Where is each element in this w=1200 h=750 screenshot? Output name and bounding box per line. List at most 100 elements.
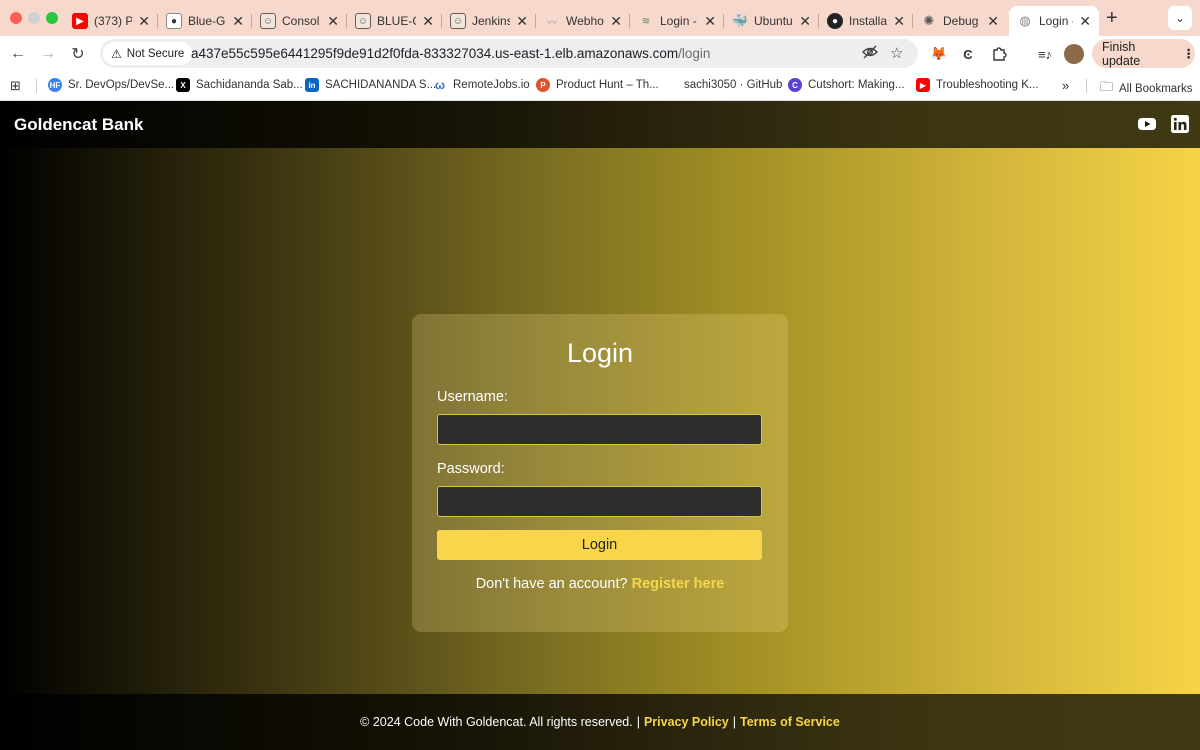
bookmark-item[interactable]: ω RemoteJobs.io (433, 78, 530, 92)
close-window-button[interactable] (10, 12, 22, 24)
login-card: Login Username: Password: Login Don't ha… (412, 314, 788, 632)
bookmark-label: Sr. DevOps/DevSe... (68, 79, 175, 91)
tab-label: Ubuntu (754, 14, 793, 28)
password-input[interactable] (437, 486, 762, 517)
remotejobs-icon: ω (434, 78, 446, 92)
tab-label: Webho (566, 14, 604, 28)
eye-slash-icon[interactable] (862, 44, 878, 63)
url-path: /login (678, 46, 711, 61)
github-icon (664, 78, 678, 92)
bookmark-star-icon[interactable]: ☆ (890, 44, 903, 62)
close-icon[interactable]: ✕ (893, 13, 905, 30)
extensions-puzzle-icon[interactable] (989, 44, 1009, 64)
more-vertical-icon[interactable]: ⋮ (1183, 46, 1196, 61)
jenkins-icon: ☺ (450, 13, 466, 29)
tab-label: Debug (943, 14, 979, 28)
register-link[interactable]: Register here (632, 576, 725, 592)
login-button[interactable]: Login (437, 530, 762, 560)
forward-arrow-icon[interactable]: → (36, 42, 60, 66)
finish-update-label: Finish update (1102, 39, 1141, 68)
media-queue-icon[interactable]: ≡♪ (1035, 44, 1055, 64)
site-header: Goldencat Bank (0, 101, 1200, 148)
security-label: Not Secure (126, 47, 185, 60)
terms-of-service-link[interactable]: Terms of Service (740, 715, 840, 729)
tab-label: Blue-G (188, 14, 226, 28)
chatgpt-icon: ✺ (923, 13, 935, 28)
tab-label: Installa (849, 14, 888, 28)
close-icon[interactable]: ✕ (987, 13, 999, 30)
more-bookmarks-chevron-icon[interactable]: » (1062, 78, 1069, 93)
bookmark-item[interactable]: sachi3050 · GitHub (664, 78, 782, 92)
browser-tab[interactable]: ☺ Jenkins ✕ (442, 6, 536, 36)
producthunt-icon: P (536, 78, 550, 92)
login-title: Login (566, 338, 634, 368)
tab-search-button[interactable]: ⌄ (1168, 6, 1192, 30)
browser-tab[interactable]: 〰 Webho ✕ (536, 6, 630, 36)
maximize-window-button[interactable] (46, 12, 58, 24)
cutshort-icon: C (788, 78, 802, 92)
metamask-icon[interactable]: 🦊 (929, 44, 949, 64)
login-icon: ≋ (641, 15, 651, 27)
youtube-icon: ▶ (916, 78, 930, 92)
browser-tab[interactable]: ≋ Login - ✕ (630, 6, 724, 36)
close-icon[interactable]: ✕ (138, 13, 150, 30)
apps-grid-icon[interactable]: ⊞ (10, 78, 21, 94)
youtube-icon[interactable] (1138, 115, 1156, 133)
browser-tab[interactable]: ▶ (373) P ✕ (64, 6, 158, 36)
bookmarks-bar: ⊞ HF Sr. DevOps/DevSe... X Sachidananda … (0, 72, 1200, 101)
minimize-window-button[interactable] (28, 12, 40, 24)
site-brand[interactable]: Goldencat Bank (14, 115, 143, 135)
browser-tab-active[interactable]: ◍ Login - ✕ (1009, 6, 1099, 36)
close-icon[interactable]: ✕ (1079, 13, 1091, 30)
back-arrow-icon[interactable]: ← (6, 42, 30, 66)
close-icon[interactable]: ✕ (799, 13, 811, 30)
tab-label: Login - (1039, 14, 1074, 28)
hf-icon: HF (48, 78, 62, 92)
bookmark-item[interactable]: HF Sr. DevOps/DevSe... (48, 78, 174, 92)
close-icon[interactable]: ✕ (704, 13, 716, 30)
jenkins-icon: ☺ (355, 13, 371, 29)
bookmark-item[interactable]: X Sachidananda Sab... (176, 78, 303, 92)
site-footer: © 2024 Code With Goldencat. All rights r… (0, 694, 1200, 750)
hero-section: Login Username: Password: Login Don't ha… (0, 148, 1200, 694)
browser-tab[interactable]: ☺ Consol ✕ (252, 6, 347, 36)
extension-c-icon[interactable]: Ͼ (958, 44, 978, 64)
security-indicator[interactable]: ⚠ Not Secure (103, 42, 193, 65)
bookmark-item[interactable]: in SACHIDANANDA S... (305, 78, 436, 92)
avatar[interactable] (1064, 44, 1084, 64)
finish-update-button[interactable]: Finish update ⋮ (1092, 39, 1195, 68)
address-bar[interactable]: ⚠ Not Secure a437e55c595e6441295f9de91d2… (100, 39, 918, 68)
globe-icon: ◍ (1019, 13, 1031, 28)
close-icon[interactable]: ✕ (327, 13, 339, 30)
bookmark-label: SACHIDANANDA S... (325, 79, 437, 91)
privacy-policy-link[interactable]: Privacy Policy (644, 715, 729, 729)
close-icon[interactable]: ✕ (422, 13, 434, 30)
tab-label: (373) P (94, 14, 133, 28)
username-input[interactable] (437, 414, 762, 445)
tab-label: Consol (282, 14, 320, 28)
reload-icon[interactable]: ↻ (66, 42, 90, 66)
browser-tab[interactable]: ● Installa ✕ (819, 6, 913, 36)
linkedin-icon: in (305, 78, 319, 92)
browser-tab[interactable]: ✺ Debug ✕ (913, 6, 1007, 36)
linkedin-icon[interactable] (1171, 115, 1189, 133)
all-bookmarks-button[interactable]: 🗀 All Bookmarks (1100, 78, 1193, 100)
browser-tab-strip: ▶ (373) P ✕ ● Blue-G ✕ ☺ Consol ✕ ☺ BLUE… (0, 0, 1200, 36)
close-icon[interactable]: ✕ (610, 13, 622, 30)
new-tab-button[interactable]: + (1106, 7, 1118, 30)
bookmark-item[interactable]: P Product Hunt – Th... (536, 78, 659, 92)
browser-tab[interactable]: ☺ BLUE-G ✕ (347, 6, 442, 36)
warning-icon: ⚠ (111, 46, 122, 61)
close-icon[interactable]: ✕ (232, 13, 244, 30)
bookmark-label: RemoteJobs.io (453, 79, 530, 91)
bookmark-item[interactable]: C Cutshort: Making... (788, 78, 905, 92)
bookmark-item[interactable]: ▶ Troubleshooting K... (916, 78, 1039, 92)
bookmark-separator (1086, 79, 1087, 93)
browser-tab[interactable]: ● Blue-G ✕ (158, 6, 252, 36)
web-page: Goldencat Bank Login Username: Password:… (0, 101, 1200, 750)
url-text[interactable]: a437e55c595e6441295f9de91d2f0fda-8333270… (191, 46, 710, 61)
close-icon[interactable]: ✕ (516, 13, 528, 30)
browser-tab[interactable]: 🐳 Ubuntu ✕ (724, 6, 819, 36)
docker-icon: 🐳 (731, 13, 749, 28)
bookmark-label: sachi3050 · GitHub (684, 79, 783, 91)
